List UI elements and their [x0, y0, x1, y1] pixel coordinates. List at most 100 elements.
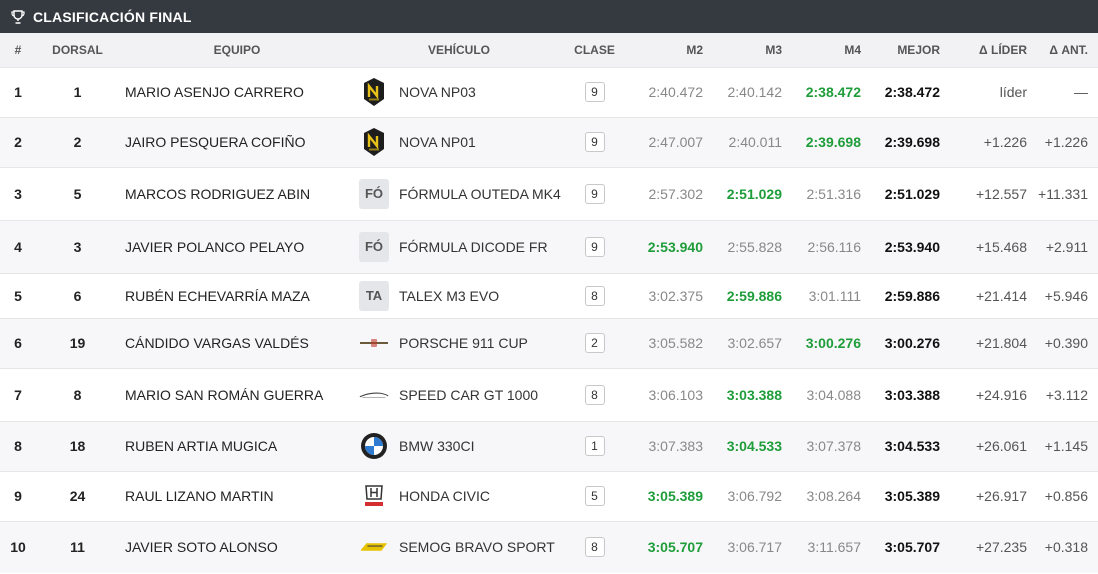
- vehicle-logo-icon: FÓ: [359, 231, 389, 262]
- clase-badge: 9: [584, 82, 605, 102]
- team-cell[interactable]: JAVIER SOTO ALONSO: [119, 521, 355, 573]
- m4-time-cell: 2:56.116: [807, 238, 861, 255]
- results-title-bar: CLASIFICACIÓN FINAL: [0, 0, 1098, 33]
- delta-prev-cell: +5.946: [1044, 287, 1088, 304]
- col-header-delta-leader[interactable]: Δ LÍDER: [950, 33, 1037, 67]
- nova-logo-icon: [359, 77, 389, 107]
- dorsal-cell: 6: [73, 287, 82, 304]
- vehicle-name: BMW 330CI: [399, 438, 475, 454]
- m3-time-cell: 3:06.717: [727, 539, 783, 556]
- m3-time-cell: 3:06.792: [727, 488, 783, 504]
- col-header-m4[interactable]: M4: [792, 33, 871, 67]
- position-cell: 10: [10, 539, 26, 556]
- col-header-pos[interactable]: #: [0, 33, 36, 67]
- m2-time-cell: 3:05.389: [647, 488, 703, 504]
- table-row[interactable]: 10 11 JAVIER SOTO ALONSO SEMOG BRAVO SPORT 8…: [0, 521, 1098, 573]
- clase-badge: 1: [584, 436, 605, 456]
- m4-time-cell: 3:04.088: [806, 386, 862, 403]
- m3-time-cell: 3:02.657: [727, 335, 783, 351]
- m3-time-cell: 2:51.029: [726, 185, 782, 202]
- position-cell: 8: [14, 438, 22, 454]
- delta-leader-cell: +26.917: [976, 488, 1027, 504]
- vehicle-cell: NOVA NP01: [355, 117, 563, 167]
- clase-cell: 9: [563, 117, 626, 167]
- speedcar-logo-icon: [359, 380, 389, 410]
- team-cell[interactable]: RUBÉN ECHEVARRÍA MAZA: [119, 273, 355, 318]
- vehicle-cell: PORSCHE 911 CUP: [355, 318, 563, 368]
- delta-leader-cell: +1.226: [983, 134, 1027, 150]
- m4-time-cell: 3:11.657: [807, 539, 861, 556]
- clase-cell: 9: [563, 220, 626, 273]
- dorsal-cell: 3: [73, 238, 82, 255]
- team-cell[interactable]: MARIO SAN ROMÁN GUERRA: [119, 368, 355, 421]
- team-cell[interactable]: MARIO ASENJO CARRERO: [119, 67, 355, 117]
- table-row[interactable]: 7 8 MARIO SAN ROMÁN GUERRA SPEED CAR GT 100…: [0, 368, 1098, 421]
- m2-time-cell: 3:05.582: [648, 335, 704, 351]
- table-header-row: # DORSAL EQUIPO VEHÍCULO CLASE M2 M3 M4 …: [0, 33, 1098, 67]
- col-header-best[interactable]: MEJOR: [871, 33, 950, 67]
- vehicle-cell: BMW 330CI: [355, 421, 563, 471]
- vehicle-name: NOVA NP03: [399, 84, 476, 100]
- best-time-cell: 3:05.707: [884, 539, 940, 556]
- table-row[interactable]: 5 6 RUBÉN ECHEVARRÍA MAZA TA TALEX M3 EVO 8 3:…: [0, 273, 1098, 318]
- clase-badge: 9: [584, 132, 605, 152]
- delta-leader-cell: +26.061: [976, 438, 1027, 454]
- m2-time-cell: 2:40.472: [648, 84, 704, 100]
- vehicle-cell: SEMOG BRAVO SPORT: [355, 521, 563, 573]
- best-time-cell: 3:00.276: [884, 335, 940, 351]
- m4-time-cell: 3:08.264: [806, 488, 862, 504]
- delta-prev-cell: —: [1074, 84, 1088, 100]
- col-header-clase[interactable]: CLASE: [563, 33, 626, 67]
- table-row[interactable]: 4 3 JAVIER POLANCO PELAYO FÓ FÓRMULA DICODE …: [0, 220, 1098, 273]
- m2-time-cell: 3:02.375: [648, 287, 704, 304]
- col-header-m3[interactable]: M3: [713, 33, 792, 67]
- position-cell: 1: [14, 84, 22, 100]
- clase-badge: 8: [584, 285, 605, 306]
- col-header-delta-prev[interactable]: Δ ANT.: [1037, 33, 1098, 67]
- delta-prev-cell: +0.318: [1044, 539, 1088, 556]
- m4-time-cell: 2:51.316: [806, 185, 862, 202]
- col-header-dorsal[interactable]: DORSAL: [36, 33, 119, 67]
- porsche-logo-icon: [359, 328, 389, 358]
- position-cell: 6: [14, 335, 22, 351]
- dorsal-cell: 19: [69, 335, 86, 351]
- clase-cell: 9: [563, 67, 626, 117]
- position-cell: 2: [14, 134, 22, 150]
- m3-time-cell: 2:40.011: [728, 134, 782, 150]
- vehicle-name: HONDA CIVIC: [399, 488, 491, 504]
- vehicle-logo-icon: TA: [359, 280, 389, 311]
- dorsal-cell: 5: [73, 185, 82, 202]
- clase-cell: 9: [563, 167, 626, 220]
- table-row[interactable]: 6 19 CÁNDIDO VARGAS VALDÉS PORSCHE 911 CUP 2…: [0, 318, 1098, 368]
- vehicle-name: SEMOG BRAVO SPORT: [399, 539, 555, 556]
- delta-prev-cell: +0.856: [1044, 488, 1088, 504]
- m4-time-cell: 2:38.472: [805, 84, 861, 100]
- table-row[interactable]: 8 18 RUBEN ARTIA MUGICA BMW 330CI 1 3:07.383 3…: [0, 421, 1098, 471]
- m2-time-cell: 3:06.103: [648, 386, 704, 403]
- clase-cell: 2: [563, 318, 626, 368]
- team-cell[interactable]: RAUL LIZANO MARTIN: [119, 471, 355, 521]
- col-header-m2[interactable]: M2: [626, 33, 713, 67]
- team-cell[interactable]: MARCOS RODRIGUEZ ABIN: [119, 167, 355, 220]
- delta-leader-cell: +15.468: [976, 238, 1027, 255]
- m2-time-cell: 2:57.302: [648, 185, 704, 202]
- table-row[interactable]: 2 2 JAIRO PESQUERA COFIÑO NOVA NP01 9 2:47.00…: [0, 117, 1098, 167]
- m4-time-cell: 3:07.378: [806, 438, 862, 454]
- col-header-vehicle[interactable]: VEHÍCULO: [355, 33, 563, 67]
- table-row[interactable]: 3 5 MARCOS RODRIGUEZ ABIN FÓ FÓRMULA OUTEDA …: [0, 167, 1098, 220]
- team-cell[interactable]: RUBEN ARTIA MUGICA: [119, 421, 355, 471]
- vehicle-name: NOVA NP01: [399, 134, 476, 150]
- delta-prev-cell: +0.390: [1044, 335, 1088, 351]
- m3-time-cell: 2:59.886: [726, 287, 782, 304]
- results-table: # DORSAL EQUIPO VEHÍCULO CLASE M2 M3 M4 …: [0, 33, 1098, 573]
- position-cell: 3: [14, 185, 22, 202]
- team-cell[interactable]: JAVIER POLANCO PELAYO: [119, 220, 355, 273]
- table-row[interactable]: 9 24 RAUL LIZANO MARTIN HONDA CIVIC 5 3:05.38…: [0, 471, 1098, 521]
- table-row[interactable]: 1 1 MARIO ASENJO CARRERO NOVA NP03 9 2:40.472…: [0, 67, 1098, 117]
- team-cell[interactable]: CÁNDIDO VARGAS VALDÉS: [119, 318, 355, 368]
- col-header-team[interactable]: EQUIPO: [119, 33, 355, 67]
- clase-cell: 5: [563, 471, 626, 521]
- m4-time-cell: 3:01.111: [808, 287, 861, 304]
- team-cell[interactable]: JAIRO PESQUERA COFIÑO: [119, 117, 355, 167]
- vehicle-name: PORSCHE 911 CUP: [399, 335, 528, 351]
